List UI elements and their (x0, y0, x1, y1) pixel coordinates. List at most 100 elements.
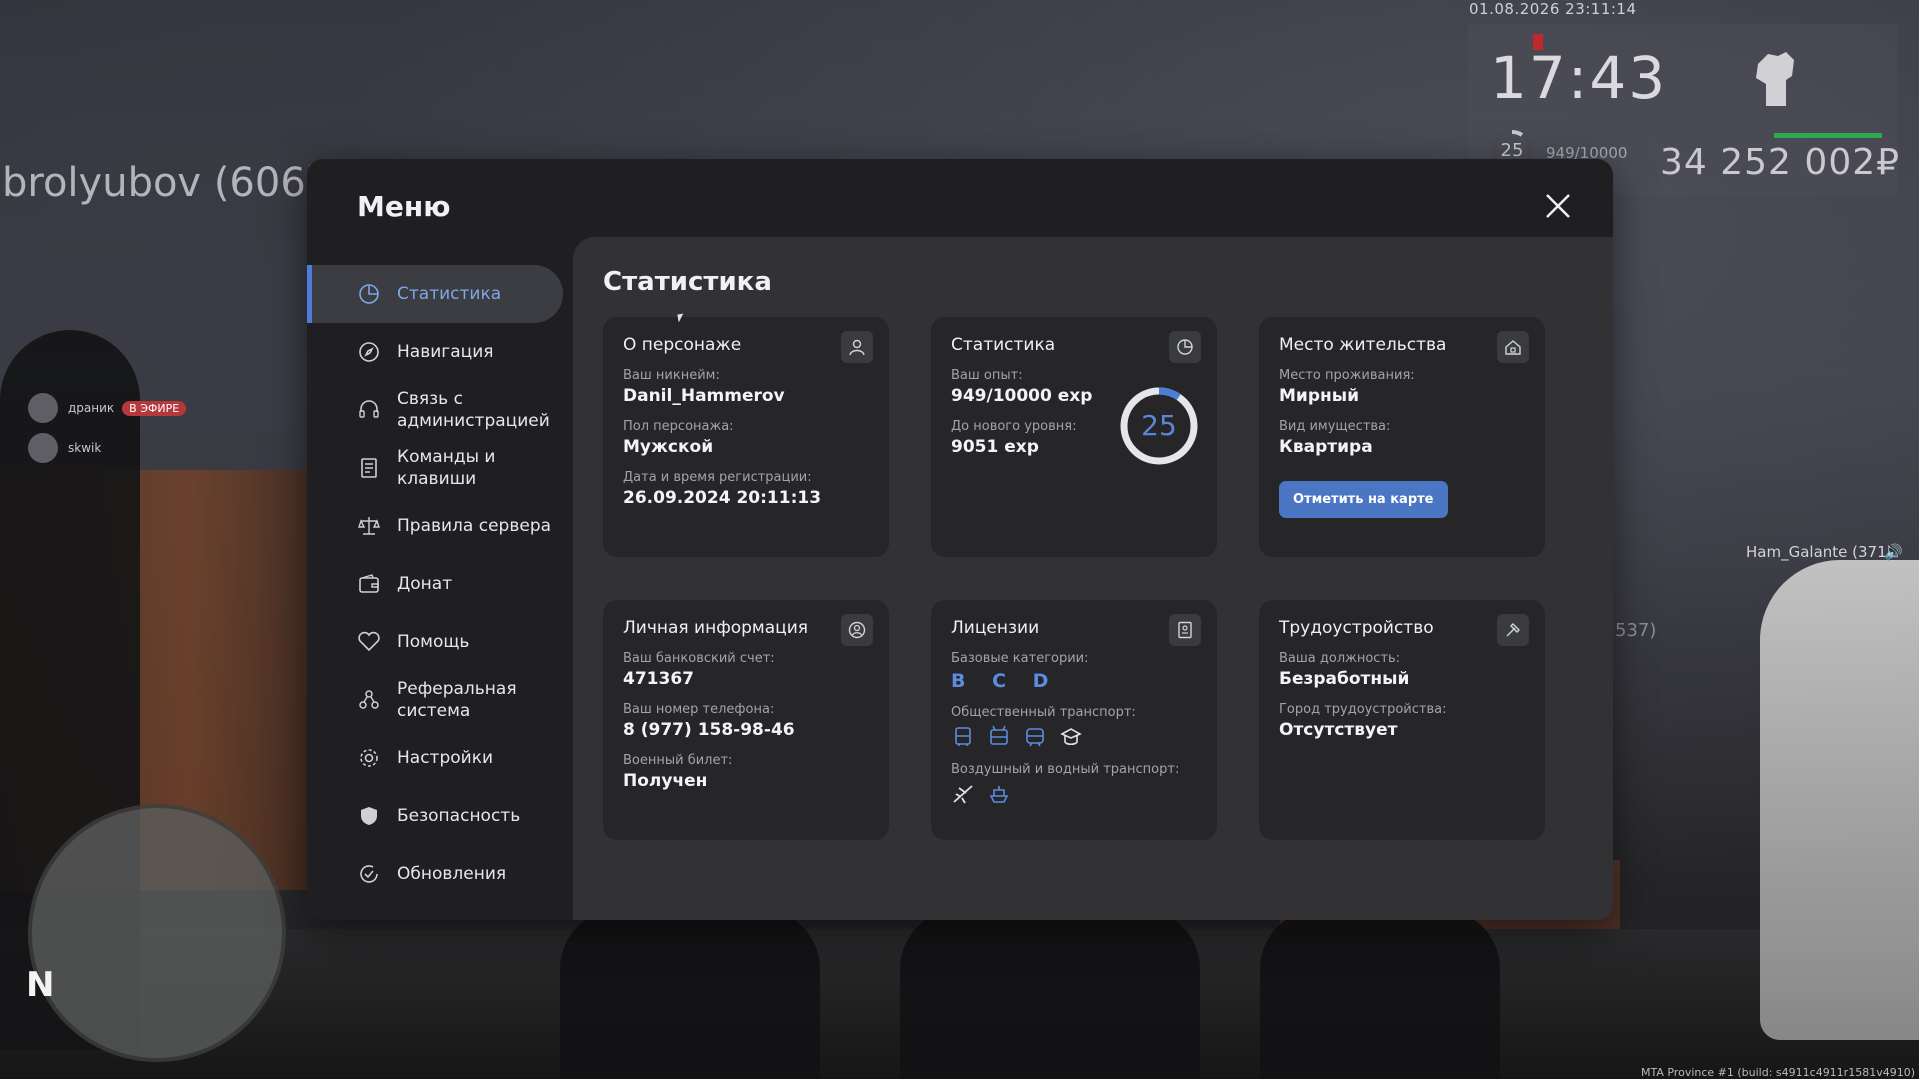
close-icon[interactable] (1543, 191, 1573, 221)
sidebar-item-statistics[interactable]: Статистика (307, 265, 563, 323)
sidebar-item-label: Донат (397, 574, 453, 594)
menu-title: Меню (357, 190, 451, 223)
job-city-value: Отсутствует (1279, 720, 1398, 740)
registration-value: 26.09.2024 20:11:13 (623, 488, 822, 508)
sidebar-item-navigation[interactable]: Навигация (307, 323, 563, 381)
gender-value: Мужской (623, 437, 714, 457)
hammer-icon (1497, 614, 1529, 646)
card-title: Место жительства (1279, 335, 1447, 355)
card-title: Лицензии (951, 618, 1040, 638)
hud-datetime: 01.08.2026 23:11:14 (1469, 0, 1637, 18)
sidebar-item-label: Правила сервера (397, 516, 552, 536)
sidebar-item-help[interactable]: Помощь (307, 613, 563, 671)
sidebar-item-label: Статистика (397, 284, 502, 304)
residence-place-label: Место проживания: (1279, 368, 1415, 383)
crowd-figure (1260, 909, 1500, 1079)
health-bar (1774, 133, 1882, 138)
phone-label: Ваш номер телефона: (623, 702, 775, 717)
build-info: MTA Province #1 (build: s4911c4911r1581v… (1640, 1066, 1915, 1079)
sidebar-item-label: Связь с администрацией (397, 389, 550, 431)
sidebar: Статистика Навигация Связь с администрац… (307, 265, 563, 903)
fist-weapon-icon (1756, 52, 1794, 106)
tram-icon (1023, 725, 1047, 749)
people-network-icon (359, 690, 379, 709)
voice-name: драник (68, 401, 115, 415)
position-value: Безработный (1279, 669, 1410, 689)
airplane-icon (951, 782, 975, 806)
sidebar-item-admin-contact[interactable]: Связь с администрацией (307, 381, 563, 439)
menu-window: Меню Статистика Навигация Связь с админи… (307, 159, 1613, 920)
residence-place-value: Мирный (1279, 386, 1360, 406)
shield-icon (361, 807, 377, 825)
card-title: Трудоустройство (1279, 618, 1434, 638)
wallet-icon (359, 574, 379, 593)
pie-chart-icon (1169, 331, 1201, 363)
sidebar-item-donate[interactable]: Донат (307, 555, 563, 613)
air-water-transport-label: Воздушный и водный транспорт: (951, 762, 1180, 777)
headset-icon (359, 400, 379, 418)
crowd-figure (900, 909, 1200, 1079)
property-type-label: Вид имущества: (1279, 419, 1391, 434)
sidebar-item-label: Команды и клавиши (397, 447, 496, 489)
bus-icon (951, 725, 975, 749)
card-title: Статистика (951, 335, 1056, 355)
residence-card: Место жительства Место проживания: Мирны… (1259, 317, 1545, 557)
military-id-label: Военный билет: (623, 753, 733, 768)
sidebar-item-security[interactable]: Безопасность (307, 787, 563, 845)
player-nametag: 537) (1615, 620, 1657, 641)
id-card-icon (1169, 614, 1201, 646)
nickname-label: Ваш никнейм: (623, 368, 720, 383)
player-nametag: Ham_Galante (371) (1746, 543, 1893, 561)
sidebar-item-label: Реферальная система (397, 679, 517, 721)
avatar (28, 433, 58, 463)
nickname-value: Danil_Hammerov (623, 386, 785, 406)
air-water-transport-icons (951, 782, 1197, 806)
compass-icon (359, 342, 379, 362)
minimap-north: N (26, 965, 55, 1005)
minimap (28, 804, 286, 1062)
bank-account-value: 471367 (623, 669, 694, 689)
job-city-label: Город трудоустройства: (1279, 702, 1447, 717)
employment-card: Трудоустройство Ваша должность: Безработ… (1259, 600, 1545, 840)
page-title: Статистика (603, 267, 772, 297)
public-transport-label: Общественный транспорт: (951, 705, 1136, 720)
document-icon (361, 458, 377, 478)
about-character-card: О персонаже Ваш никнейм: Danil_Hammerov … (603, 317, 889, 557)
base-categories-value: B C D (951, 670, 1059, 692)
gear-icon (360, 749, 378, 767)
trolleybus-icon (987, 725, 1011, 749)
sidebar-item-label: Навигация (397, 342, 494, 362)
card-title: О персонаже (623, 335, 742, 355)
sidebar-item-referral[interactable]: Реферальная система (307, 671, 563, 729)
player-nametag: brolyubov (606) (2, 160, 322, 206)
voice-row: драник В ЭФИРЕ (28, 388, 187, 428)
sidebar-item-label: Безопасность (397, 806, 521, 826)
mark-on-map-button[interactable]: Отметить на карте (1279, 481, 1448, 518)
voice-name: skwik (68, 441, 102, 455)
sidebar-item-updates[interactable]: Обновления (307, 845, 563, 903)
user-icon (841, 331, 873, 363)
user-circle-icon (841, 614, 873, 646)
pie-chart-icon (359, 284, 379, 304)
driver-cap-icon (1059, 725, 1083, 749)
sidebar-item-label: Настройки (397, 748, 494, 768)
hud-clock: 17:43 (1490, 44, 1668, 112)
base-categories-label: Базовые категории: (951, 651, 1089, 666)
exp-label: Ваш опыт: (951, 368, 1023, 383)
statistics-panel: Статистика О персонаже Ваш никнейм: Dani… (573, 237, 1613, 920)
licenses-card: Лицензии Базовые категории: B C D Общест… (931, 600, 1217, 840)
on-air-badge: В ЭФИРЕ (122, 400, 187, 416)
vehicle (1760, 560, 1919, 1040)
gender-label: Пол персонажа: (623, 419, 734, 434)
card-title: Личная информация (623, 618, 809, 638)
level-progress-ring: 25 (1118, 385, 1200, 467)
personal-info-card: Личная информация Ваш банковский счет: 4… (603, 600, 889, 840)
handshake-heart-icon (358, 631, 380, 652)
sidebar-item-commands[interactable]: Команды и клавиши (307, 439, 563, 497)
voice-row: skwik (28, 428, 186, 468)
property-type-value: Квартира (1279, 437, 1373, 457)
sidebar-item-settings[interactable]: Настройки (307, 729, 563, 787)
hud-money: 34 252 002₽ (1660, 142, 1901, 183)
sidebar-item-label: Помощь (397, 632, 470, 652)
sidebar-item-rules[interactable]: Правила сервера (307, 497, 563, 555)
